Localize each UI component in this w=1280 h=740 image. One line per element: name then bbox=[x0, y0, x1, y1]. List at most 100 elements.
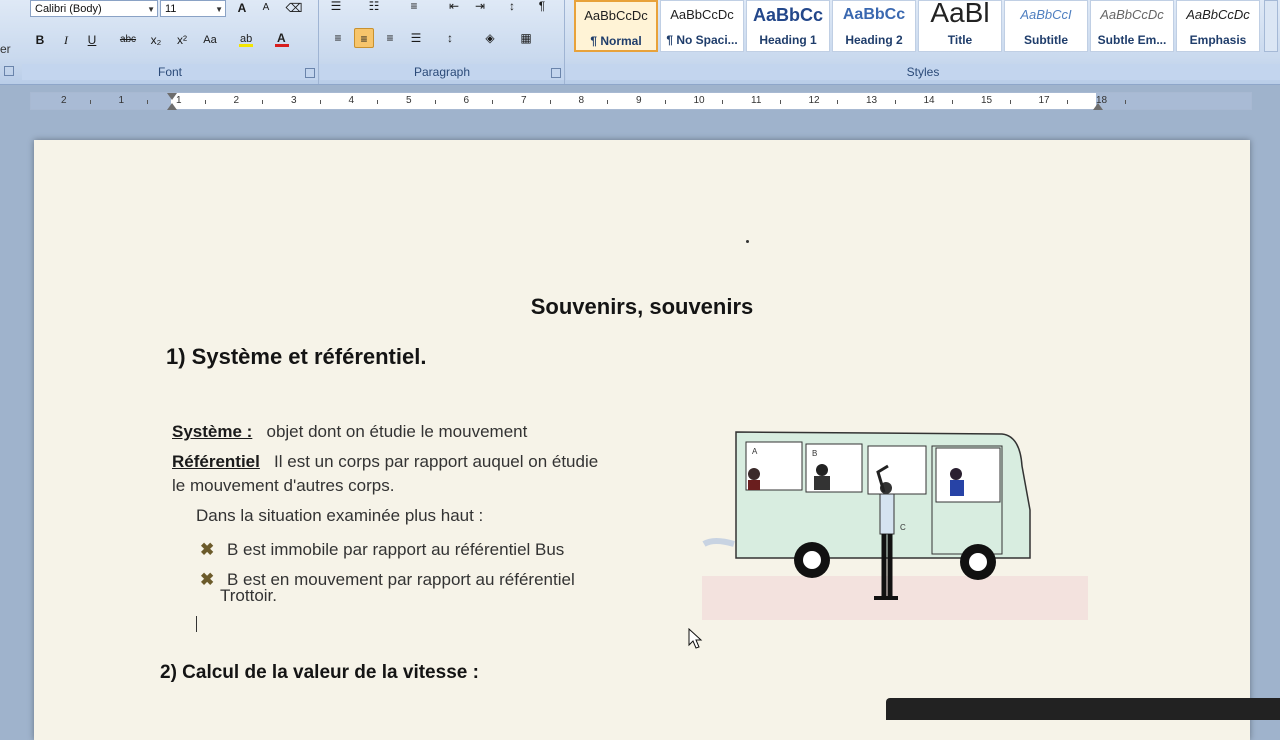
style-name: Subtle Em... bbox=[1097, 33, 1167, 47]
ruler-number: 5 bbox=[406, 95, 412, 106]
font-size-combo[interactable]: 11 ▼ bbox=[160, 0, 226, 17]
multilevel-list-icon[interactable]: ≡ bbox=[404, 0, 424, 16]
bullet-text: B est en mouvement par rapport au référe… bbox=[226, 570, 575, 589]
align-right-icon[interactable]: ≡ bbox=[380, 28, 400, 48]
font-color-icon[interactable]: A bbox=[272, 30, 292, 50]
bullet-x-icon: ✖ bbox=[200, 540, 215, 559]
styles-group: AaBbCcDc ¶ Normal AaBbCcDc ¶ No Spaci...… bbox=[566, 0, 1280, 84]
wheel-hub bbox=[969, 553, 987, 571]
superscript-button[interactable]: x² bbox=[172, 30, 192, 50]
bullet-x-icon: ✖ bbox=[200, 570, 215, 589]
figure-label: A bbox=[752, 447, 758, 456]
style-subtitle[interactable]: AaBbCcI Subtitle bbox=[1004, 0, 1088, 52]
ruler-tick bbox=[1124, 100, 1126, 104]
paragraph-dialog-launcher[interactable] bbox=[551, 68, 561, 78]
font-size-value: 11 bbox=[165, 3, 177, 15]
bold-button[interactable]: B bbox=[30, 30, 50, 50]
styles-group-label: Styles bbox=[566, 64, 1280, 80]
ruler-tick bbox=[1067, 100, 1069, 104]
clear-format-button[interactable]: ⌫ bbox=[284, 0, 304, 18]
ruler-tick bbox=[319, 100, 321, 104]
style-name: Heading 2 bbox=[845, 33, 903, 47]
line-spacing-icon[interactable]: ↕ bbox=[440, 28, 460, 48]
indent-marker[interactable] bbox=[167, 103, 177, 110]
subscript-button[interactable]: x₂ bbox=[146, 30, 166, 50]
chevron-down-icon: ▼ bbox=[147, 5, 155, 14]
left-launcher[interactable] bbox=[4, 66, 14, 76]
ruler-number: 3 bbox=[291, 95, 297, 106]
italic-button[interactable]: I bbox=[56, 30, 76, 50]
style-sample: AaBbCc bbox=[752, 5, 823, 25]
bullets-icon[interactable]: ☰ bbox=[326, 0, 346, 16]
ruler-number: 14 bbox=[923, 95, 935, 106]
ruler-number: 1 bbox=[118, 95, 125, 106]
borders-icon[interactable]: ▦ bbox=[516, 28, 536, 48]
ruler-tick bbox=[1009, 100, 1011, 104]
indent-marker[interactable] bbox=[167, 93, 177, 100]
text-caret bbox=[196, 616, 197, 632]
passenger-a bbox=[748, 468, 760, 480]
style-title[interactable]: AaBl Title bbox=[918, 0, 1002, 52]
mouse-pointer-icon bbox=[688, 628, 703, 649]
ruler-tick bbox=[664, 100, 666, 104]
style-normal[interactable]: AaBbCcDc ¶ Normal bbox=[574, 0, 658, 52]
document-page[interactable]: Souvenirs, souvenirs 1) Système et référ… bbox=[34, 140, 1250, 740]
stray-mark bbox=[746, 240, 749, 243]
driver-body bbox=[950, 480, 964, 496]
style-emphasis[interactable]: AaBbCcDc Emphasis bbox=[1176, 0, 1260, 52]
ruler-left-margin bbox=[31, 93, 171, 109]
ruler-tick bbox=[607, 100, 609, 104]
right-indent-marker[interactable] bbox=[1093, 103, 1103, 110]
font-family-combo[interactable]: Calibri (Body) ▼ bbox=[30, 0, 158, 17]
strikethrough-button[interactable]: abc bbox=[118, 30, 138, 50]
ruler-number: 15 bbox=[981, 95, 993, 106]
style-name: Emphasis bbox=[1189, 33, 1247, 47]
pilcrow-icon[interactable]: ¶ bbox=[532, 0, 552, 16]
increase-indent-icon[interactable]: ⇥ bbox=[470, 0, 490, 16]
passenger-a-body bbox=[748, 480, 760, 490]
underline-button[interactable]: U bbox=[82, 30, 102, 50]
ruler-tick bbox=[262, 100, 264, 104]
font-group-label: Font bbox=[22, 64, 318, 80]
decrease-indent-icon[interactable]: ⇤ bbox=[444, 0, 464, 16]
numbering-icon[interactable]: ☷ bbox=[364, 0, 384, 16]
svg-text:A: A bbox=[277, 31, 286, 45]
style-subtle-emphasis[interactable]: AaBbCcDc Subtle Em... bbox=[1090, 0, 1174, 52]
highlight-icon[interactable]: ab bbox=[236, 30, 256, 50]
ruler-number: 10 bbox=[693, 95, 705, 106]
change-case-button[interactable]: Aa bbox=[200, 30, 220, 50]
video-overlay-bar bbox=[886, 698, 1280, 720]
referentiel-line: Référentiel Il est un corps par rapport … bbox=[172, 452, 598, 472]
sort-icon[interactable]: ↕ bbox=[502, 0, 522, 16]
bus-window bbox=[867, 445, 927, 495]
style-heading-1[interactable]: AaBbCc Heading 1 bbox=[746, 0, 830, 52]
ruler-number: 7 bbox=[521, 95, 527, 106]
ruler-number: 8 bbox=[578, 95, 585, 106]
shrink-font-button[interactable]: A bbox=[256, 0, 276, 18]
section-heading-1: 1) Système et référentiel. bbox=[166, 344, 427, 369]
ruler-tick bbox=[894, 100, 896, 104]
styles-scroll-arrow[interactable] bbox=[1264, 0, 1278, 52]
grow-font-button[interactable]: A bbox=[232, 0, 252, 18]
ruler-tick bbox=[722, 100, 724, 104]
align-center-icon[interactable]: ≡ bbox=[354, 28, 374, 48]
style-name: ¶ No Spaci... bbox=[666, 33, 738, 47]
justify-icon[interactable]: ☰ bbox=[406, 28, 426, 48]
passenger-b-body bbox=[814, 476, 830, 490]
style-sample: AaBbCcDc bbox=[1100, 7, 1164, 22]
style-no-spacing[interactable]: AaBbCcDc ¶ No Spaci... bbox=[660, 0, 744, 52]
bullet-text: B est immobile par rapport au référentie… bbox=[226, 540, 565, 559]
ruler-number: 9 bbox=[636, 95, 642, 106]
ruler-tick bbox=[549, 100, 551, 104]
style-heading-2[interactable]: AaBbCc Heading 2 bbox=[832, 0, 916, 52]
ruler-tick bbox=[779, 100, 781, 104]
ruler-tick bbox=[204, 100, 206, 104]
systeme-definition: objet dont on étudie le mouvement bbox=[266, 422, 528, 441]
align-left-icon[interactable]: ≡ bbox=[328, 28, 348, 48]
chevron-down-icon: ▼ bbox=[215, 5, 223, 14]
font-dialog-launcher[interactable] bbox=[305, 68, 315, 78]
horizontal-ruler[interactable]: 2 1 1 2 3 4 5 6 7 8 9 10 11 12 13 14 15 17 18 bbox=[30, 92, 1252, 110]
shading-icon[interactable]: ◈ bbox=[480, 28, 500, 48]
font-family-value: Calibri (Body) bbox=[35, 3, 102, 15]
style-sample: AaBbCcDc bbox=[670, 7, 734, 22]
